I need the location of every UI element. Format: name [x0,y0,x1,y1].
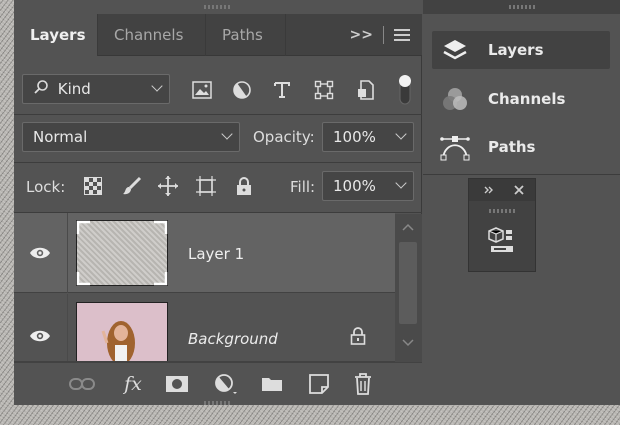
grip-dots [204,5,230,9]
image-filter-icon[interactable] [190,78,214,102]
search-icon [33,76,49,104]
new-layer-icon[interactable] [306,372,332,396]
scrollbar-thumb[interactable] [399,242,417,324]
layer-1-thumbnail[interactable] [76,220,168,286]
blend-mode-value: Normal [33,128,88,146]
layer-name: Layer 1 [188,245,245,263]
close-icon[interactable] [513,184,525,196]
smart-object-filter-icon[interactable] [354,78,378,102]
canvas-texture-left [0,0,14,425]
grip-dots [489,209,515,213]
dock-item-paths[interactable]: Paths [432,128,610,166]
fill-label: Fill: [290,178,316,196]
dock-header [423,0,620,14]
row-separator [67,294,68,361]
add-mask-icon[interactable] [164,373,190,395]
canvas-texture-bottom [0,405,620,425]
divider [14,162,422,163]
lock-label: Lock: [26,178,66,196]
new-group-folder-icon[interactable] [258,373,286,395]
lock-image-pixels-icon[interactable] [120,174,144,198]
expand-panel-icon[interactable] [483,185,495,195]
layers-footer-toolbar: fx [14,362,422,405]
dock-item-layers[interactable]: Layers [432,31,610,69]
adjustment-filter-icon[interactable] [230,78,254,102]
fill-value: 100% [333,177,376,195]
grip-dots [509,5,535,9]
fill-input[interactable]: 100% [322,171,414,201]
lock-all-icon[interactable] [232,174,256,198]
eye-icon[interactable] [28,326,52,346]
chevron-down-icon[interactable] [395,177,407,189]
type-filter-icon[interactable] [270,78,294,102]
dock-item-label: Channels [488,90,566,108]
tab-paths[interactable]: Paths [206,14,286,56]
lock-position-icon[interactable] [156,174,180,198]
chevron-down-icon [151,80,163,92]
lock-artboard-icon[interactable] [194,174,218,198]
tab-channels[interactable]: Channels [98,14,206,56]
layer-row-background[interactable]: Background [14,294,395,362]
scroll-up-icon[interactable] [401,222,415,232]
scroll-down-icon[interactable] [401,338,415,348]
3d-object-icon[interactable] [487,225,517,257]
paths-icon [440,133,470,161]
tab-separator [383,26,384,44]
opacity-label: Opacity: [253,128,315,146]
dock-divider [423,174,620,175]
opacity-input[interactable]: 100% [322,122,414,152]
dock-item-channels[interactable]: Channels [432,80,610,118]
channels-icon [442,86,468,112]
panel-grip[interactable] [14,0,422,14]
trash-icon[interactable] [350,371,376,397]
chevron-down-icon [221,128,233,140]
filter-kind-label: Kind [57,80,91,98]
panel-tab-bar: Layers Channels Paths >> [14,14,422,56]
filter-toggle-switch[interactable] [396,72,414,106]
background-thumbnail[interactable] [76,302,168,361]
link-layers-icon[interactable] [68,373,96,395]
grip-dots [204,401,230,405]
layers-icon [442,38,468,62]
dock-item-label: Layers [488,41,544,59]
chevron-down-icon[interactable] [395,128,407,140]
divider [14,114,422,115]
shape-filter-icon[interactable] [312,78,336,102]
layer-name: Background [188,330,278,348]
layers-scrollbar[interactable] [395,214,422,362]
eye-icon[interactable] [28,243,52,263]
tab-layers[interactable]: Layers [14,14,98,56]
blend-mode-dropdown[interactable]: Normal [22,122,240,152]
opacity-value: 100% [333,128,376,146]
filter-kind-dropdown[interactable]: Kind [22,74,170,104]
lock-transparent-pixels-icon[interactable] [82,175,104,197]
floating-mini-panel [468,178,536,272]
lock-icon[interactable] [348,326,368,346]
panel-menu-icon[interactable] [394,29,410,41]
layer-style-fx-icon[interactable]: fx [118,371,148,397]
new-adjustment-layer-icon[interactable] [212,372,240,396]
floating-panel-header[interactable] [469,179,535,201]
dock-item-label: Paths [488,138,536,156]
expand-panels-icon[interactable]: >> [350,27,373,43]
row-separator [67,213,68,293]
layer-row-layer-1[interactable]: Layer 1 [14,213,395,293]
